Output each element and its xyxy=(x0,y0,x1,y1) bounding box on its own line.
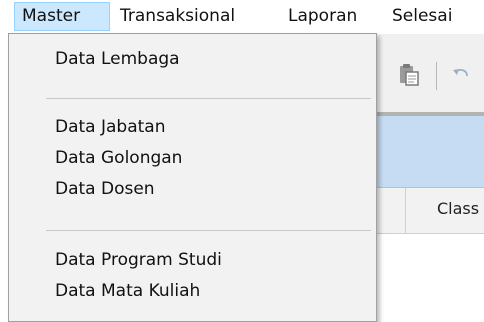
menu-item-data-mata-kuliah[interactable]: Data Mata Kuliah xyxy=(9,276,376,306)
menu-selesai[interactable]: Selesai xyxy=(385,2,459,31)
master-dropdown-menu: Data Lembaga Data Jabatan Data Golongan … xyxy=(8,33,377,322)
grid-column-divider xyxy=(405,188,406,233)
undo-icon[interactable] xyxy=(444,59,478,91)
menu-separator xyxy=(46,230,371,231)
form-title-bar xyxy=(376,116,484,188)
menu-transaksional[interactable]: Transaksional xyxy=(113,2,242,31)
menu-item-data-dosen[interactable]: Data Dosen xyxy=(9,174,376,204)
menu-item-data-golongan[interactable]: Data Golongan xyxy=(9,143,376,173)
menu-bar: Master Transaksional Laporan Selesai xyxy=(0,0,484,34)
paste-icon[interactable] xyxy=(392,59,426,91)
menu-master[interactable]: Master xyxy=(14,2,110,31)
grid-column-header[interactable]: Class xyxy=(437,199,484,218)
menu-item-data-program-studi[interactable]: Data Program Studi xyxy=(9,245,376,275)
menu-separator xyxy=(46,98,371,99)
toolbar-separator xyxy=(436,62,437,90)
menu-item-data-jabatan[interactable]: Data Jabatan xyxy=(9,112,376,142)
menu-laporan[interactable]: Laporan xyxy=(281,2,364,31)
menu-item-data-lembaga[interactable]: Data Lembaga xyxy=(9,44,376,74)
